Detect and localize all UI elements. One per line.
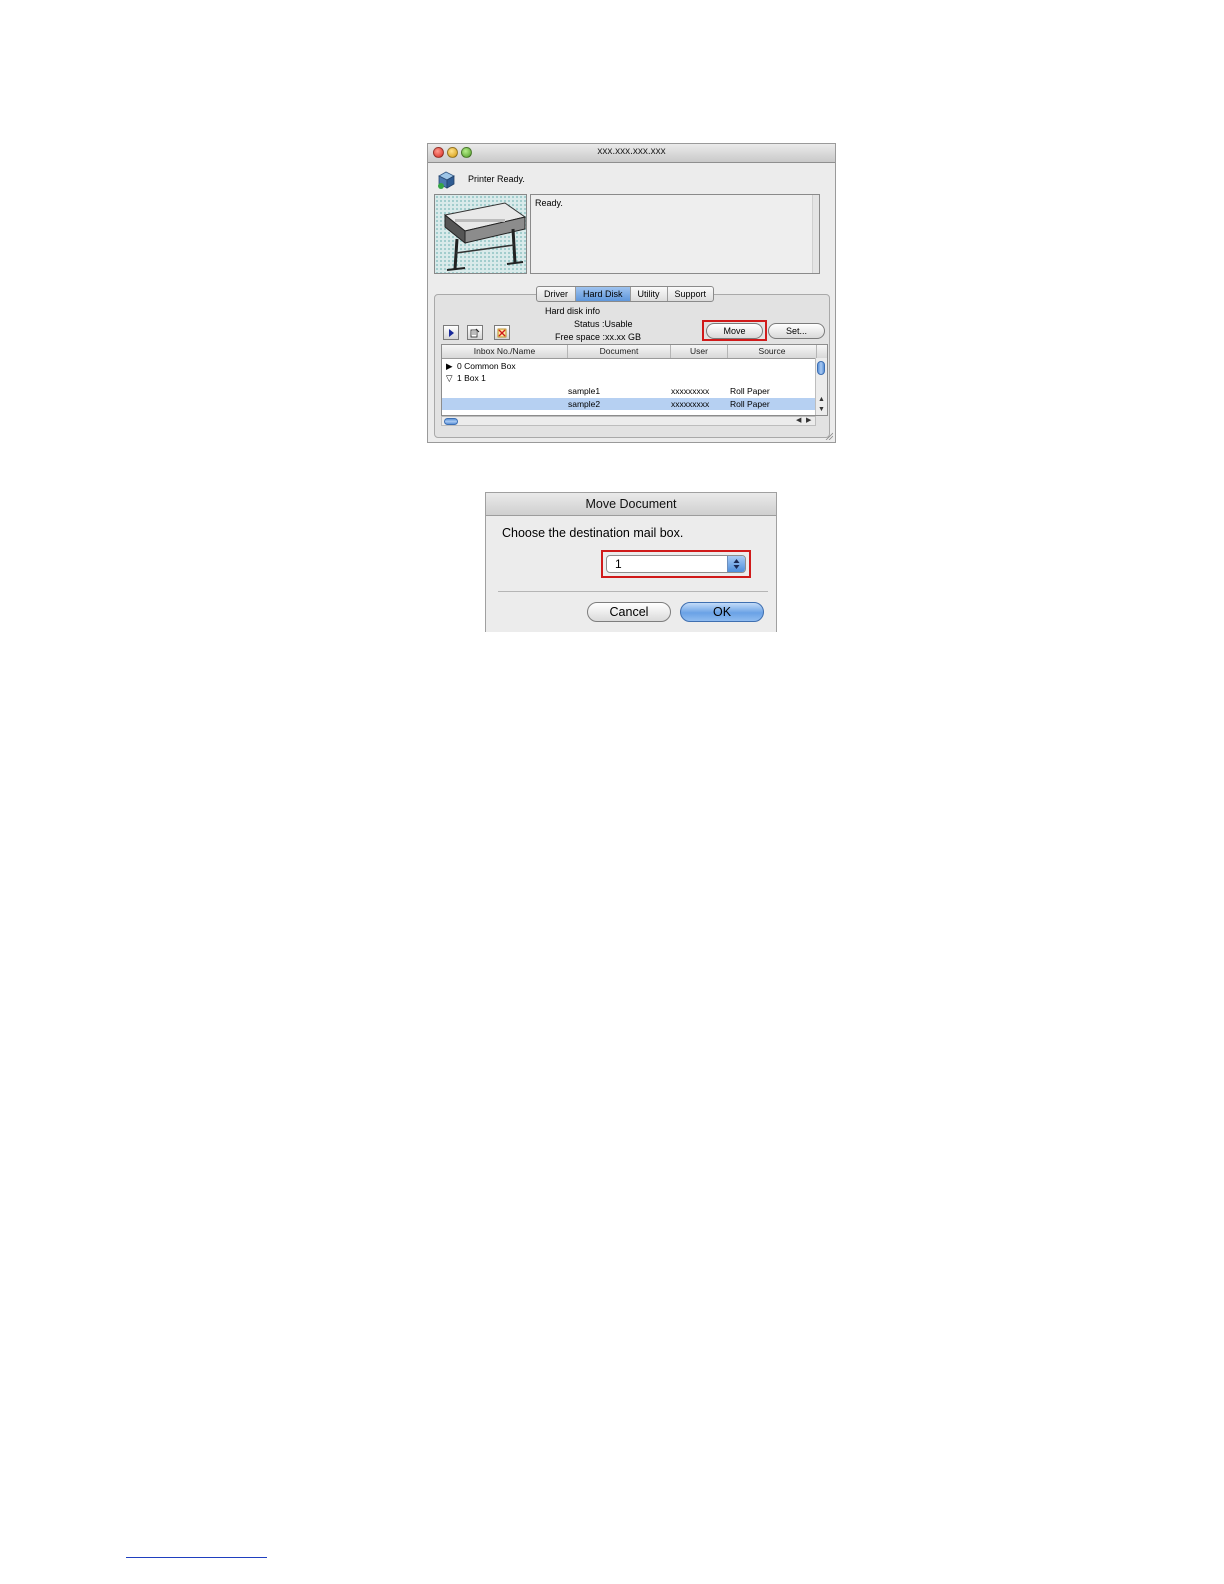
column-header-user[interactable]: User bbox=[671, 345, 728, 358]
column-header-document[interactable]: Document bbox=[568, 345, 671, 358]
delete-job-button[interactable] bbox=[494, 325, 510, 340]
scroll-left-arrow-icon[interactable]: ◀ bbox=[796, 417, 801, 425]
status-message-box: Ready. bbox=[530, 194, 820, 274]
row-user: xxxxxxxxx bbox=[671, 386, 710, 396]
job-list-header: Inbox No./Name Document User Source bbox=[442, 345, 827, 359]
window-titlebar[interactable]: xxx.xxx.xxx.xxx bbox=[428, 144, 835, 163]
scroll-up-arrow-icon[interactable]: ▲ bbox=[818, 396, 825, 404]
printer-status-text: Printer Ready. bbox=[468, 174, 525, 184]
hard-disk-info-title: Hard disk info bbox=[545, 306, 601, 316]
tab-bar: Driver Hard Disk Utility Support bbox=[536, 286, 715, 302]
printer-illustration bbox=[443, 202, 526, 271]
column-header-source[interactable]: Source bbox=[728, 345, 817, 358]
row-user: xxxxxxxxx bbox=[671, 399, 710, 409]
job-list: Inbox No./Name Document User Source ▶ 0 … bbox=[441, 344, 828, 416]
edit-job-button[interactable] bbox=[467, 325, 483, 340]
tab-support[interactable]: Support bbox=[668, 287, 714, 301]
tab-driver[interactable]: Driver bbox=[537, 287, 576, 301]
horizontal-scroll-thumb[interactable] bbox=[444, 418, 458, 425]
move-document-dialog: Move Document Choose the destination mai… bbox=[485, 492, 777, 632]
print-job-button[interactable] bbox=[443, 325, 459, 340]
status-message-text: Ready. bbox=[535, 198, 563, 208]
row-source: Roll Paper bbox=[730, 386, 770, 396]
row-source: Roll Paper bbox=[730, 399, 770, 409]
list-row-box-1[interactable]: ▽ 1 Box 1 bbox=[442, 372, 817, 384]
dialog-title: Move Document bbox=[585, 497, 677, 511]
printer-status-window: xxx.xxx.xxx.xxx Printer Ready. Ready. Dr bbox=[427, 143, 836, 443]
dialog-prompt: Choose the destination mail box. bbox=[502, 526, 684, 540]
column-header-inbox[interactable]: Inbox No./Name bbox=[442, 345, 568, 358]
list-row-common-box[interactable]: ▶ 0 Common Box bbox=[442, 360, 817, 372]
resize-grip-icon[interactable] bbox=[825, 432, 833, 440]
cancel-button[interactable]: Cancel bbox=[587, 602, 671, 622]
document-edit-icon bbox=[470, 328, 480, 338]
set-button[interactable]: Set... bbox=[768, 323, 825, 339]
list-row-sample2-selected[interactable]: sample2 xxxxxxxxx Roll Paper bbox=[442, 398, 817, 410]
move-button[interactable]: Move bbox=[706, 323, 763, 339]
list-row-sample1[interactable]: sample1 xxxxxxxxx Roll Paper bbox=[442, 385, 817, 397]
tab-hard-disk[interactable]: Hard Disk bbox=[576, 287, 631, 301]
row-document: sample2 bbox=[568, 399, 601, 409]
message-scrollbar[interactable] bbox=[812, 195, 819, 273]
destination-mailbox-value: 1 bbox=[615, 557, 622, 571]
tab-utility[interactable]: Utility bbox=[631, 287, 668, 301]
expand-triangle-icon[interactable]: ▶ bbox=[446, 360, 453, 372]
ok-button[interactable]: OK bbox=[680, 602, 764, 622]
dialog-titlebar[interactable]: Move Document bbox=[486, 493, 776, 516]
vertical-scrollbar[interactable]: ▲ ▼ bbox=[815, 358, 827, 415]
printer-image bbox=[434, 194, 527, 274]
collapse-triangle-icon[interactable]: ▽ bbox=[446, 372, 453, 384]
play-icon bbox=[449, 329, 454, 337]
window-title: xxx.xxx.xxx.xxx bbox=[597, 146, 666, 157]
destination-mailbox-select[interactable]: 1 bbox=[606, 555, 746, 573]
horizontal-scrollbar[interactable]: ◀ ▶ bbox=[441, 416, 816, 426]
row-document: sample1 bbox=[568, 386, 601, 396]
vertical-scroll-thumb[interactable] bbox=[817, 361, 825, 375]
scroll-down-arrow-icon[interactable]: ▼ bbox=[818, 406, 825, 414]
row-name: 0 Common Box bbox=[457, 361, 516, 371]
hard-disk-free-space: Free space :xx.xx GB bbox=[555, 332, 642, 342]
select-arrows-icon[interactable] bbox=[727, 556, 745, 572]
dialog-separator bbox=[498, 591, 768, 592]
printer-status-icon bbox=[438, 171, 455, 189]
row-name: 1 Box 1 bbox=[457, 373, 486, 383]
delete-job-icon bbox=[497, 328, 507, 338]
footer-link-underline[interactable] bbox=[126, 1557, 267, 1558]
scroll-right-arrow-icon[interactable]: ▶ bbox=[806, 417, 811, 425]
hard-disk-status: Status :Usable bbox=[574, 319, 633, 329]
